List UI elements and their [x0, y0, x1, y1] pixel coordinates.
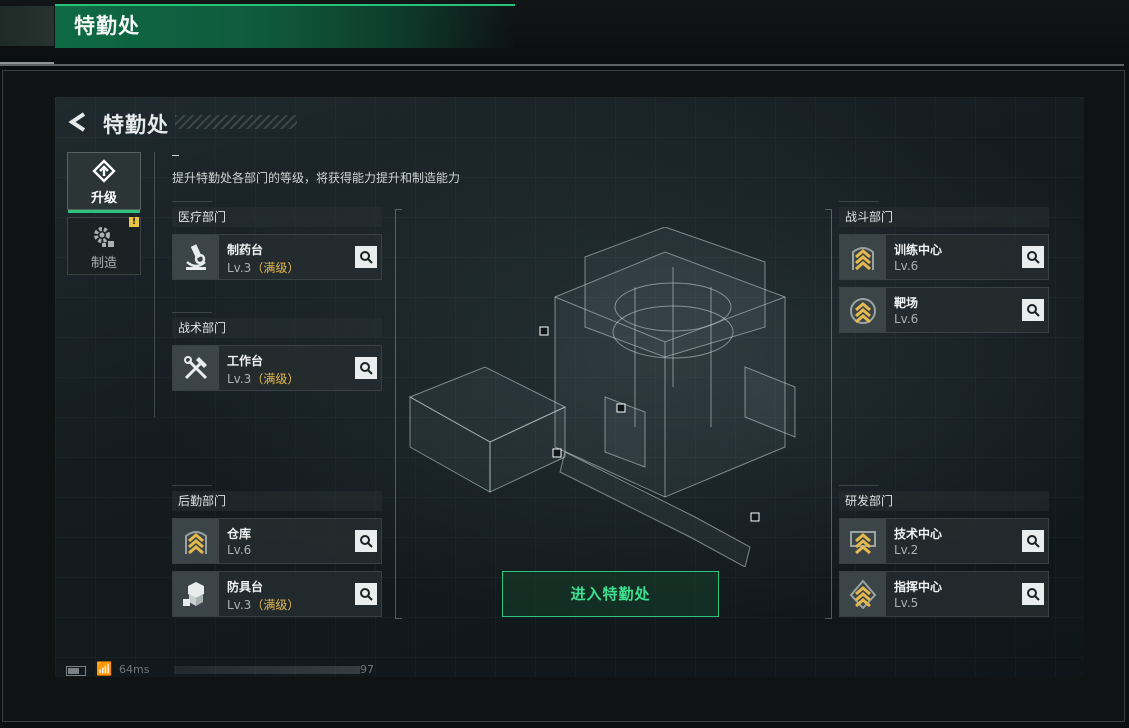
facility-card-pharmacy[interactable]: 制药台 Lv.3（满级） — [172, 234, 382, 280]
tab-upgrade[interactable]: 升级 — [67, 152, 141, 213]
gear-icon — [94, 227, 114, 247]
rank-chevron-icon — [850, 531, 876, 555]
search-icon — [1027, 535, 1040, 548]
facility-icon-box — [173, 346, 219, 390]
facility-card-training-center[interactable]: 训练中心 Lv.6 — [839, 234, 1049, 280]
dept-header-medical: 医疗部门 — [172, 201, 382, 227]
rank-chevron-icon — [850, 298, 876, 324]
search-icon — [1027, 304, 1040, 317]
microscope-icon — [186, 244, 206, 270]
maxed-tag: （满级） — [251, 372, 300, 386]
rank-chevron-icon — [185, 531, 207, 555]
facility-icon-box — [173, 235, 219, 279]
center-bracket-left — [395, 209, 402, 619]
facility-card-workbench[interactable]: 工作台 Lv.3（满级） — [172, 345, 382, 391]
inspect-button[interactable] — [1022, 246, 1044, 268]
search-icon — [1027, 251, 1040, 264]
enter-facility-button[interactable]: 进入特勤处 — [502, 571, 719, 617]
level-value: Lv.6 — [894, 312, 919, 326]
top-bar-accent — [0, 6, 54, 46]
facility-card-tech-center[interactable]: 技术中心 Lv.2 — [839, 518, 1049, 564]
page-description: 提升特勤处各部门的等级，将获得能力提升和制造能力 — [172, 171, 461, 185]
craft-alert-badge: ! — [129, 217, 139, 227]
facility-icon-box — [173, 519, 219, 563]
rank-chevron-icon — [852, 247, 874, 271]
level-value: Lv.3 — [227, 261, 252, 275]
facility-icon-box — [840, 572, 886, 616]
tab-upgrade-label: 升级 — [90, 191, 117, 206]
ping-value: 64ms — [119, 663, 150, 676]
tab-separator — [154, 152, 155, 417]
facility-card-storage[interactable]: 仓库 Lv.6 — [172, 518, 382, 564]
level-value: Lv.3 — [227, 372, 252, 386]
facility-card-command-center[interactable]: 指挥中心 Lv.5 — [839, 571, 1049, 617]
wifi-icon: 📶 — [96, 662, 113, 677]
facility-icon-box — [840, 288, 886, 332]
dept-header-research: 研发部门 — [839, 485, 1049, 511]
facility-level: Lv.6 — [894, 312, 918, 326]
inspect-button[interactable] — [1022, 583, 1044, 605]
level-value: Lv.6 — [894, 259, 919, 273]
search-icon — [360, 362, 373, 375]
facility-name: 技术中心 — [894, 527, 943, 541]
facility-icon-box — [840, 519, 886, 563]
uid-suffix: 97 — [360, 663, 374, 676]
facility-level: Lv.3（满级） — [227, 370, 299, 387]
battery-icon — [66, 666, 86, 676]
facility-card-shooting-range[interactable]: 靶场 Lv.6 — [839, 287, 1049, 333]
dept-header-logistics: 后勤部门 — [172, 485, 382, 511]
facility-name: 指挥中心 — [894, 580, 943, 594]
facility-name: 靶场 — [894, 296, 919, 310]
top-bar-divider — [0, 64, 1124, 66]
page-title: 特勤处 — [103, 113, 169, 137]
dept-header-tactical: 战术部门 — [172, 312, 382, 338]
facility-level: Lv.3（满级） — [227, 596, 299, 613]
back-arrow-icon[interactable] — [67, 111, 89, 133]
level-value: Lv.6 — [227, 543, 252, 557]
facility-level: Lv.6 — [227, 543, 251, 557]
title-decoration — [175, 115, 297, 129]
window-title: 特勤处 — [74, 14, 140, 38]
dept-header-combat: 战斗部门 — [839, 201, 1049, 227]
description-marker — [172, 155, 179, 156]
upgrade-icon — [92, 159, 116, 183]
game-viewport: 特勤处 升级 制造 ! 提升特勤处各部门的等级，将获得能力提升和制造能力 医疗部… — [55, 97, 1084, 677]
facility-level: Lv.3（满级） — [227, 259, 299, 276]
tools-icon — [184, 356, 208, 380]
rank-chevron-icon — [849, 579, 877, 609]
tab-craft-label: 制造 — [90, 256, 117, 271]
search-icon — [360, 535, 373, 548]
center-bracket-right — [825, 209, 832, 619]
uid-bar — [174, 666, 360, 674]
inspect-button[interactable] — [355, 583, 377, 605]
inspect-button[interactable] — [355, 530, 377, 552]
maxed-tag: （满级） — [251, 261, 300, 275]
facility-icon-box — [840, 235, 886, 279]
inspect-button[interactable] — [355, 246, 377, 268]
facility-icon-box — [173, 572, 219, 616]
facility-card-armor-bench[interactable]: 防具台 Lv.3（满级） — [172, 571, 382, 617]
inspect-button[interactable] — [1022, 299, 1044, 321]
search-icon — [360, 588, 373, 601]
facility-name: 防具台 — [227, 580, 264, 594]
facility-name: 制药台 — [227, 243, 264, 257]
maxed-tag: （满级） — [251, 598, 300, 612]
level-value: Lv.3 — [227, 598, 252, 612]
level-value: Lv.5 — [894, 596, 919, 610]
facility-name: 仓库 — [227, 527, 252, 541]
facility-wireframe-model — [408, 227, 796, 567]
inspect-button[interactable] — [355, 357, 377, 379]
level-value: Lv.2 — [894, 543, 919, 557]
facility-name: 工作台 — [227, 354, 264, 368]
tab-active-indicator — [68, 210, 140, 213]
inspect-button[interactable] — [1022, 530, 1044, 552]
facility-name: 训练中心 — [894, 243, 943, 257]
facility-level: Lv.6 — [894, 259, 918, 273]
facility-level: Lv.2 — [894, 543, 918, 557]
facility-level: Lv.5 — [894, 596, 918, 610]
search-icon — [360, 251, 373, 264]
boxes-icon — [183, 582, 204, 606]
top-bar: 特勤处 — [0, 0, 1129, 66]
search-icon — [1027, 588, 1040, 601]
